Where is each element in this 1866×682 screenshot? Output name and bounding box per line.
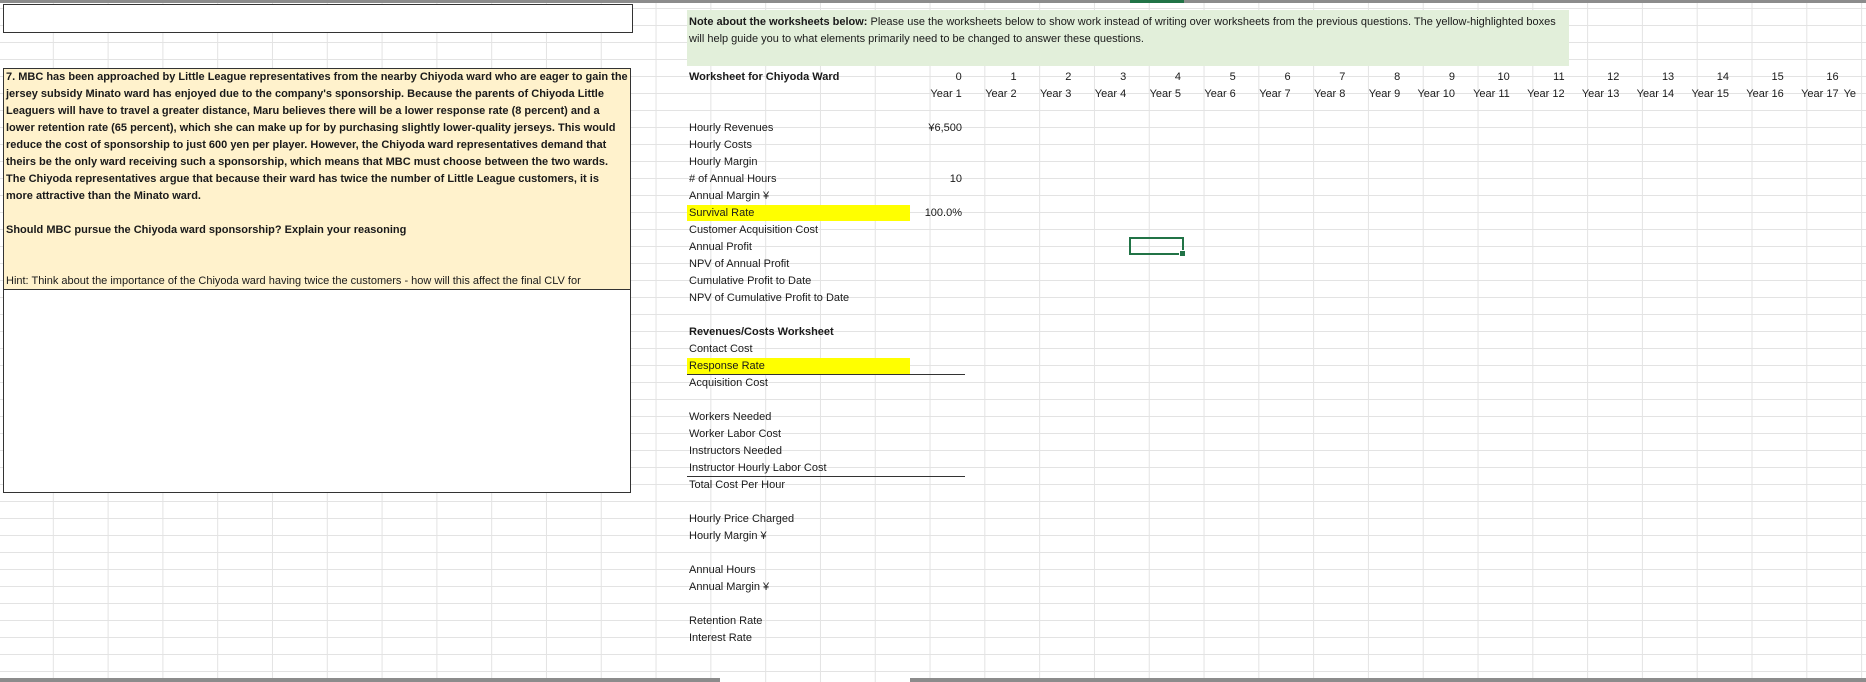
year-label[interactable]: Year 9 bbox=[1348, 87, 1400, 101]
period-number[interactable]: 13 bbox=[1622, 70, 1674, 84]
year-label[interactable]: Year 2 bbox=[965, 87, 1016, 101]
year-label[interactable]: Year 10 bbox=[1403, 87, 1455, 101]
active-column-indicator bbox=[1130, 0, 1184, 3]
top-border bbox=[0, 0, 1866, 3]
year-label[interactable]: Year 17 bbox=[1787, 87, 1839, 101]
period-number[interactable]: 4 bbox=[1129, 70, 1181, 84]
row-interest-rate[interactable]: Interest Rate bbox=[689, 631, 752, 645]
row-npv-annual-profit[interactable]: NPV of Annual Profit bbox=[689, 257, 789, 271]
year-label[interactable]: Year 13 bbox=[1568, 87, 1620, 101]
row-customer-acquisition-cost[interactable]: Customer Acquisition Cost bbox=[689, 223, 818, 237]
year-label[interactable]: Year 11 bbox=[1458, 87, 1510, 101]
period-number[interactable]: 8 bbox=[1348, 70, 1400, 84]
year-label[interactable]: Ye bbox=[1844, 87, 1864, 101]
row-annual-margin-yen[interactable]: Annual Margin ¥ bbox=[689, 580, 769, 594]
row-cumulative-profit[interactable]: Cumulative Profit to Date bbox=[689, 274, 811, 288]
selected-cell[interactable] bbox=[1129, 237, 1186, 257]
period-number[interactable]: 3 bbox=[1074, 70, 1126, 84]
horizontal-scrollbar[interactable] bbox=[910, 678, 1866, 682]
year-label[interactable]: Year 15 bbox=[1677, 87, 1729, 101]
row-total-cost-per-hour[interactable]: Total Cost Per Hour bbox=[689, 478, 785, 492]
row-worker-labor-cost[interactable]: Worker Labor Cost bbox=[689, 427, 781, 441]
labor-cost-underline bbox=[687, 476, 965, 477]
survival-rate-value[interactable]: 100.0% bbox=[910, 206, 962, 220]
period-number[interactable]: 9 bbox=[1403, 70, 1455, 84]
period-number[interactable]: 15 bbox=[1732, 70, 1784, 84]
row-annual-profit[interactable]: Annual Profit bbox=[689, 240, 752, 254]
question-7-box[interactable]: 7. MBC has been approached by Little Lea… bbox=[3, 68, 631, 304]
row-annual-hours-rc[interactable]: Annual Hours bbox=[689, 563, 756, 577]
row-workers-needed[interactable]: Workers Needed bbox=[689, 410, 771, 424]
row-annual-hours[interactable]: # of Annual Hours bbox=[689, 172, 776, 186]
previous-answer-box[interactable] bbox=[3, 4, 633, 33]
period-number[interactable]: 12 bbox=[1568, 70, 1619, 84]
answer-box[interactable] bbox=[3, 290, 631, 493]
row-hourly-costs[interactable]: Hourly Costs bbox=[689, 138, 752, 152]
note-heading: Note about the worksheets below: bbox=[689, 16, 868, 28]
question-prompt: Should MBC pursue the Chiyoda ward spons… bbox=[6, 224, 407, 236]
row-instructor-hourly-labor-cost[interactable]: Instructor Hourly Labor Cost bbox=[689, 461, 827, 475]
sheet-tab-bar bbox=[0, 678, 720, 682]
response-rate-underline bbox=[687, 374, 965, 375]
year-label[interactable]: Year 14 bbox=[1622, 87, 1675, 101]
year-label[interactable]: Year 6 bbox=[1184, 87, 1235, 101]
row-hourly-revenues[interactable]: Hourly Revenues bbox=[689, 121, 773, 135]
year-label[interactable]: Year 8 bbox=[1294, 87, 1345, 101]
period-number[interactable]: 6 bbox=[1239, 70, 1290, 84]
year-label[interactable]: Year 4 bbox=[1074, 87, 1126, 101]
row-hourly-margin-yen[interactable]: Hourly Margin ¥ bbox=[689, 529, 767, 543]
row-hourly-margin[interactable]: Hourly Margin bbox=[689, 155, 757, 169]
hourly-revenues-value[interactable]: ¥6,500 bbox=[910, 121, 962, 135]
rev-costs-title: Revenues/Costs Worksheet bbox=[689, 326, 834, 338]
period-number[interactable]: 0 bbox=[910, 70, 962, 84]
period-number[interactable]: 2 bbox=[1020, 70, 1071, 84]
year-label[interactable]: Year 7 bbox=[1239, 87, 1290, 101]
question-text: 7. MBC has been approached by Little Lea… bbox=[6, 71, 628, 202]
worksheet-title: Worksheet for Chiyoda Ward bbox=[689, 71, 840, 83]
period-number[interactable]: 14 bbox=[1677, 70, 1729, 84]
row-contact-cost[interactable]: Contact Cost bbox=[689, 342, 753, 356]
row-survival-rate[interactable]: Survival Rate bbox=[689, 206, 754, 220]
row-acquisition-cost[interactable]: Acquisition Cost bbox=[689, 376, 768, 390]
row-npv-cumulative-profit[interactable]: NPV of Cumulative Profit to Date bbox=[689, 291, 849, 305]
row-instructors-needed[interactable]: Instructors Needed bbox=[689, 444, 782, 458]
row-response-rate[interactable]: Response Rate bbox=[689, 359, 765, 373]
period-number[interactable]: 5 bbox=[1184, 70, 1236, 84]
period-number[interactable]: 1 bbox=[965, 70, 1016, 84]
row-hourly-price-charged[interactable]: Hourly Price Charged bbox=[689, 512, 794, 526]
year-label[interactable]: Year 16 bbox=[1732, 87, 1784, 101]
period-number[interactable]: 16 bbox=[1787, 70, 1838, 84]
row-retention-rate[interactable]: Retention Rate bbox=[689, 614, 762, 628]
period-number[interactable]: 7 bbox=[1294, 70, 1345, 84]
period-number[interactable]: 10 bbox=[1458, 70, 1510, 84]
year-label[interactable]: Year 12 bbox=[1513, 87, 1565, 101]
period-number[interactable]: 11 bbox=[1513, 70, 1564, 84]
year-label[interactable]: Year 3 bbox=[1020, 87, 1071, 101]
row-annual-margin[interactable]: Annual Margin ¥ bbox=[689, 189, 769, 203]
year-label[interactable]: Year 1 bbox=[910, 87, 961, 101]
worksheet-note: Note about the worksheets below: Please … bbox=[687, 10, 1569, 66]
year-label[interactable]: Year 5 bbox=[1129, 87, 1181, 101]
annual-hours-value[interactable]: 10 bbox=[910, 172, 962, 186]
